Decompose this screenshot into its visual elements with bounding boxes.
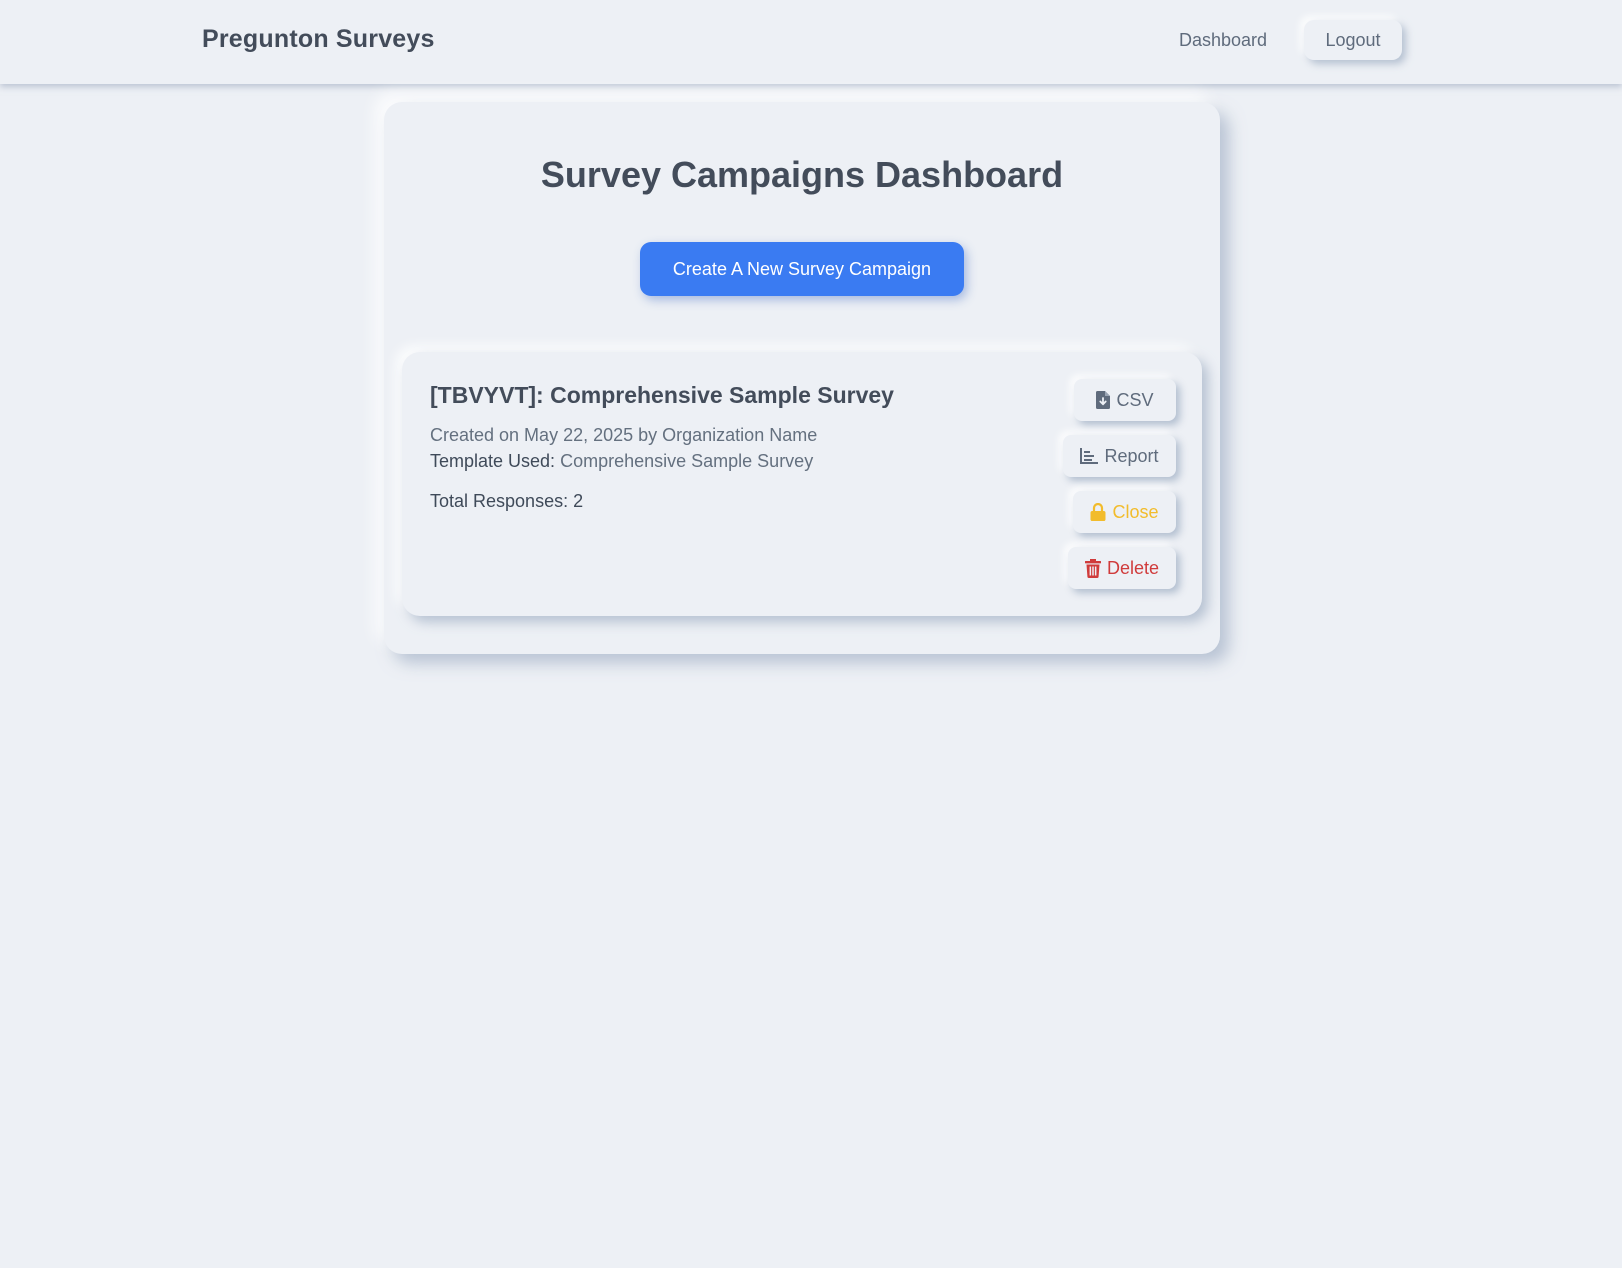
template-value: Comprehensive Sample Survey: [560, 451, 814, 471]
campaign-title: [TBVYVT]: Comprehensive Sample Survey: [430, 382, 894, 408]
nav-link-dashboard[interactable]: Dashboard: [1179, 30, 1267, 51]
csv-button[interactable]: CSV: [1074, 379, 1176, 421]
page-title: Survey Campaigns Dashboard: [540, 154, 1064, 195]
report-button[interactable]: Report: [1063, 435, 1176, 477]
report-label: Report: [1104, 445, 1159, 466]
logout-button[interactable]: Logout: [1304, 20, 1402, 60]
campaign-card: [TBVYVT]: Comprehensive Sample Survey Cr…: [402, 352, 1202, 616]
top-navbar: Pregunton Surveys Dashboard Logout: [0, 0, 1622, 84]
close-campaign-button[interactable]: Close: [1073, 491, 1176, 533]
delete-label: Delete: [1106, 557, 1160, 578]
close-label: Close: [1112, 501, 1159, 522]
lock-icon: [1090, 503, 1106, 521]
trash-icon: [1084, 558, 1101, 578]
dashboard-panel: Survey Campaigns Dashboard Create A New …: [384, 102, 1220, 654]
campaign-template-info: Template Used: Comprehensive Sample Surv…: [430, 451, 813, 472]
bar-chart-icon: [1080, 448, 1099, 464]
csv-label: CSV: [1116, 389, 1154, 410]
brand-logo[interactable]: Pregunton Surveys: [202, 25, 435, 54]
create-campaign-button[interactable]: Create A New Survey Campaign: [640, 242, 964, 296]
file-download-icon: [1096, 391, 1111, 409]
campaign-total-responses: Total Responses: 2: [430, 491, 584, 511]
delete-campaign-button[interactable]: Delete: [1068, 547, 1176, 589]
template-label: Template Used:: [430, 451, 556, 471]
campaign-created-info: Created on May 22, 2025 by Organization …: [430, 425, 818, 445]
